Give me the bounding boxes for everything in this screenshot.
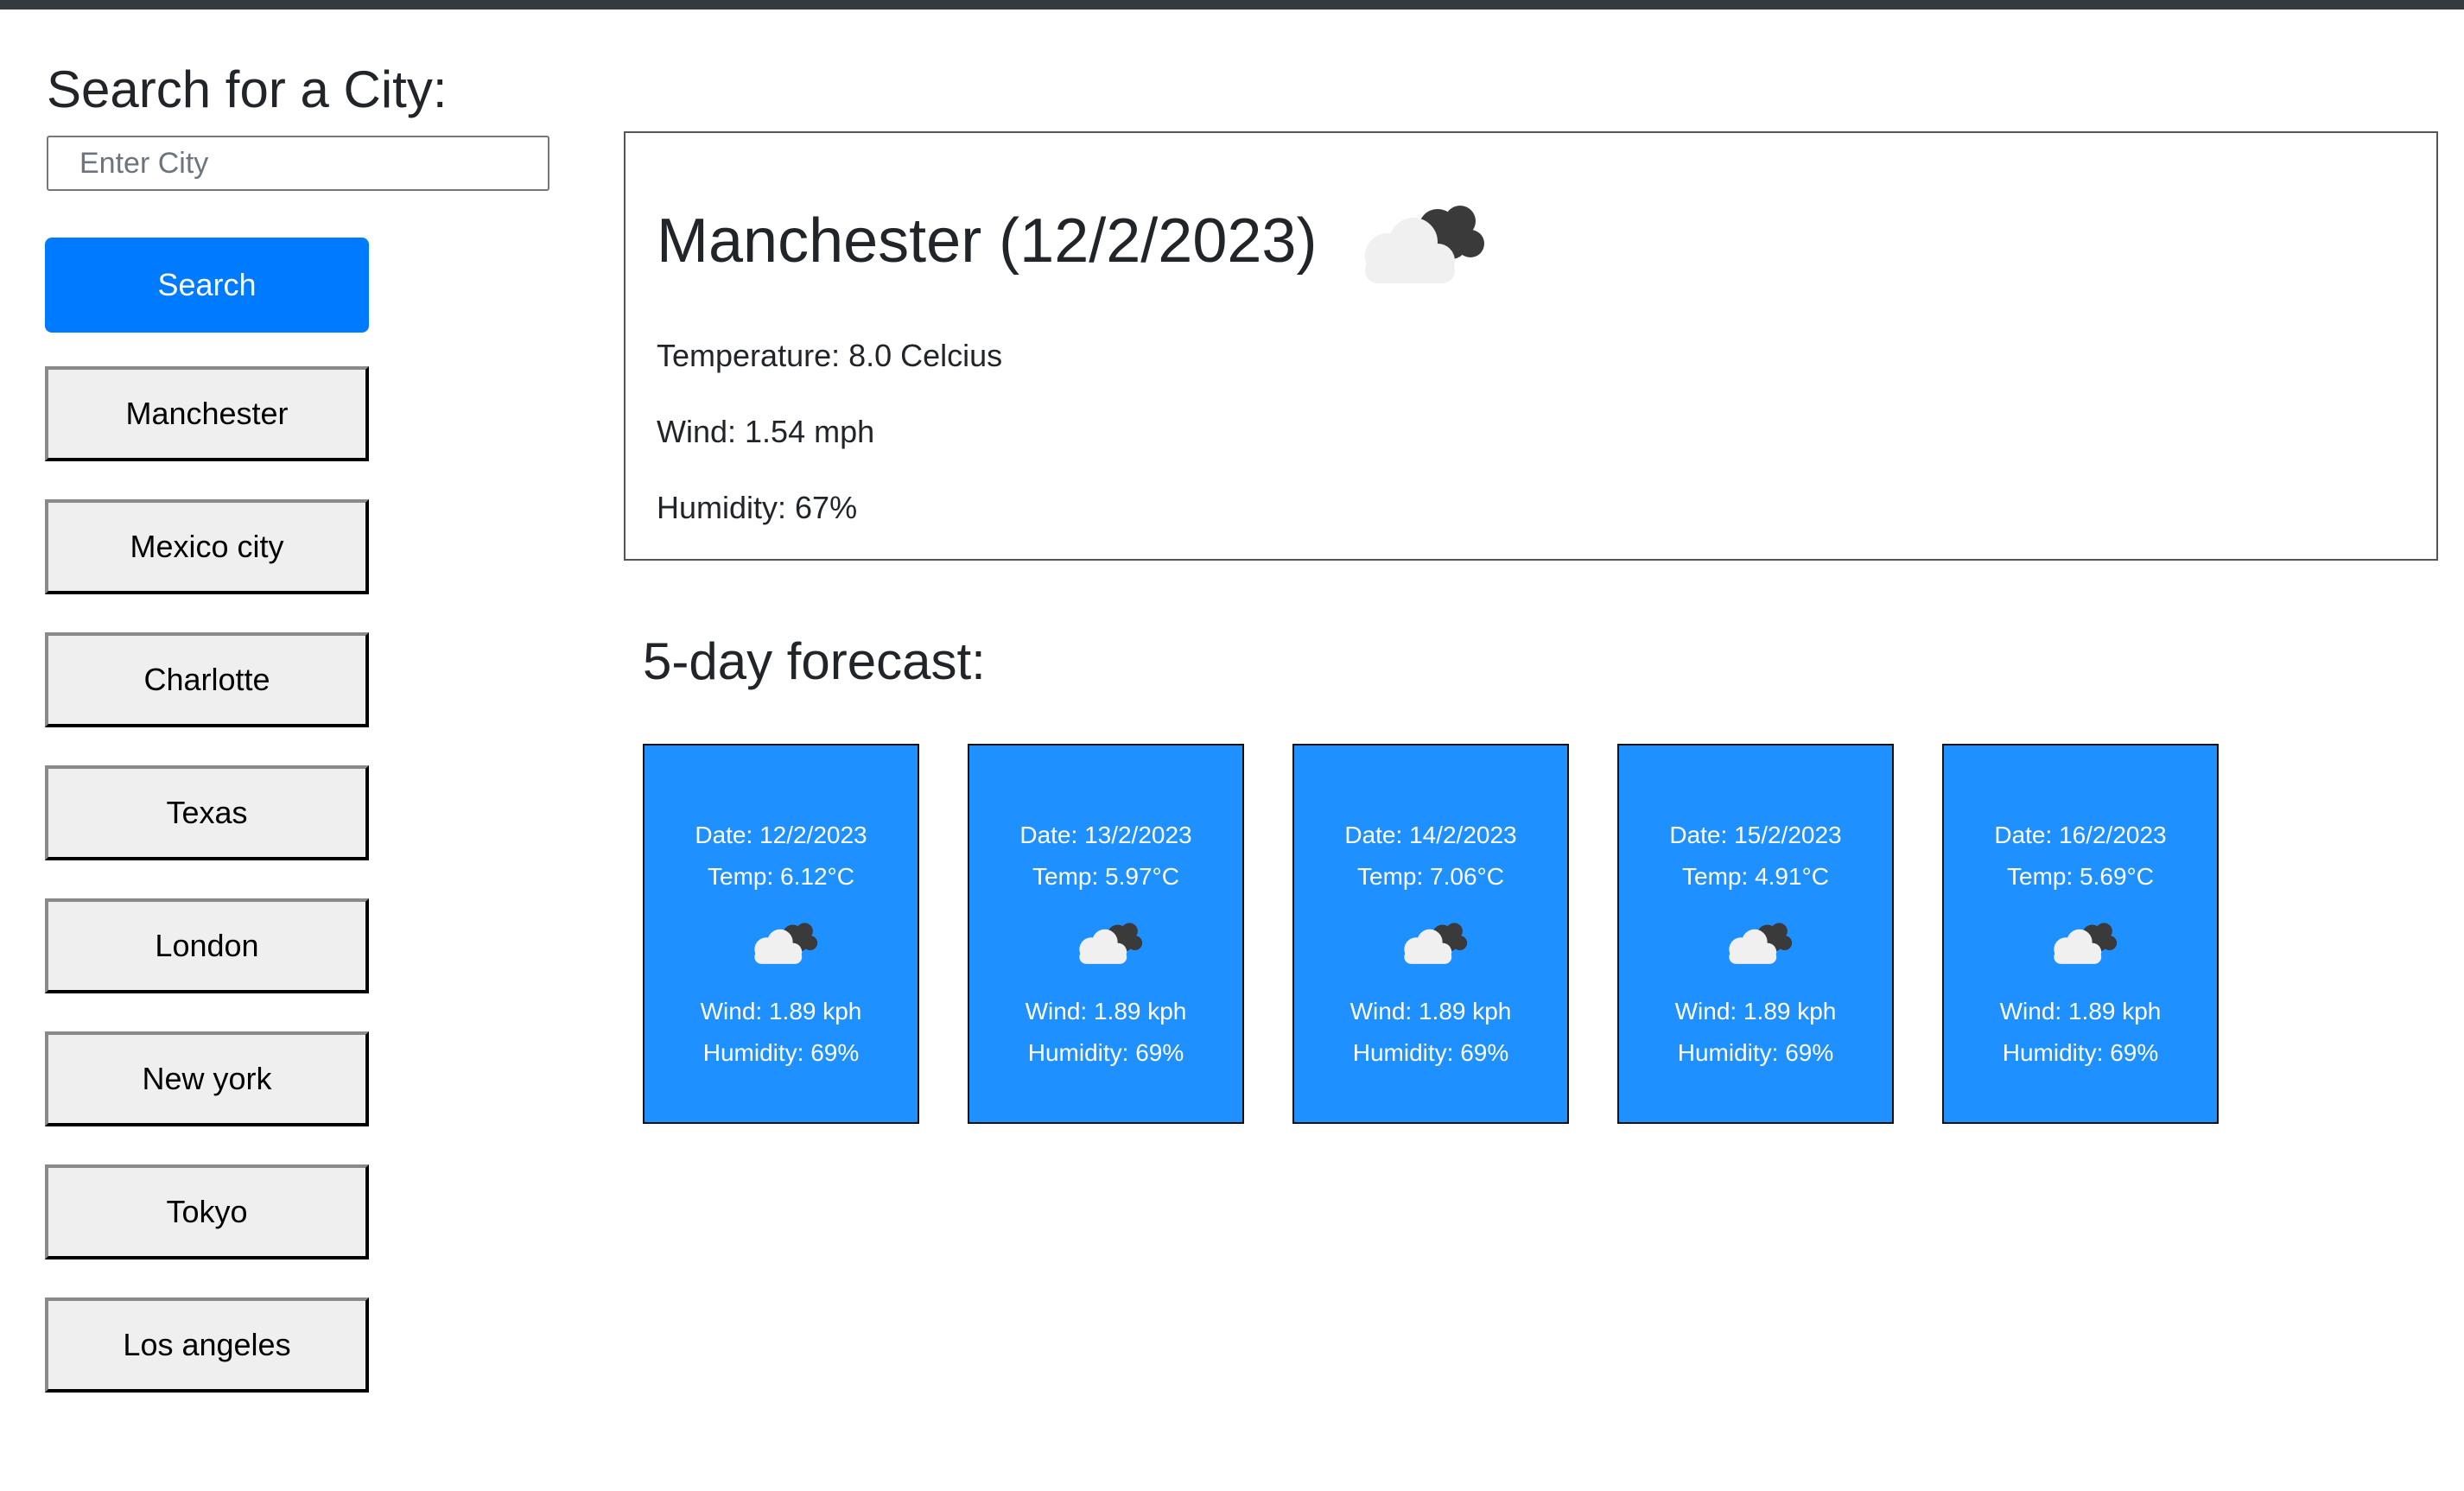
history-button-new-york[interactable]: New york [45, 1031, 369, 1126]
forecast-humidity: Humidity: 69% [1677, 1039, 1834, 1066]
forecast-date: Date: 15/2/2023 [1669, 822, 1842, 848]
current-temperature: Temperature: 8.0 Celcius [657, 338, 1003, 373]
search-button[interactable]: Search [45, 238, 369, 333]
history-button-london[interactable]: London [45, 898, 369, 993]
city-search-input[interactable] [47, 136, 549, 191]
forecast-card: Date: 12/2/2023 Temp: 6.12°C Wind: 1.89 … [643, 744, 919, 1124]
forecast-wind: Wind: 1.89 kph [1674, 998, 1837, 1025]
history-button-charlotte[interactable]: Charlotte [45, 632, 369, 727]
forecast-temp: Temp: 5.69°C [2007, 863, 2154, 890]
history-button-texas[interactable]: Texas [45, 765, 369, 860]
current-weather-header: Manchester (12/2/2023) [657, 194, 1486, 289]
forecast-wind: Wind: 1.89 kph [1025, 998, 1187, 1025]
forecast-date: Date: 13/2/2023 [1019, 822, 1192, 848]
forecast-humidity: Humidity: 69% [1352, 1039, 1509, 1066]
forecast-title: 5-day forecast: [643, 632, 986, 690]
forecast-humidity: Humidity: 69% [2002, 1039, 2159, 1066]
forecast-date: Date: 16/2/2023 [1994, 822, 2167, 848]
forecast-wind: Wind: 1.89 kph [1999, 998, 2162, 1025]
forecast-card: Date: 13/2/2023 Temp: 5.97°C Wind: 1.89 … [968, 744, 1244, 1124]
cloudy-icon [2054, 923, 2118, 964]
top-bar [0, 0, 2464, 10]
search-history: Manchester Mexico city Charlotte Texas L… [45, 366, 369, 1431]
cloudy-icon [1404, 923, 1468, 964]
current-city-title: Manchester (12/2/2023) [657, 206, 1318, 276]
cloudy-icon [1365, 206, 1485, 283]
history-button-tokyo[interactable]: Tokyo [45, 1164, 369, 1259]
forecast-temp: Temp: 4.91°C [1682, 863, 1829, 890]
forecast-date: Date: 14/2/2023 [1344, 822, 1517, 848]
forecast-wind: Wind: 1.89 kph [1349, 998, 1512, 1025]
history-button-los-angeles[interactable]: Los angeles [45, 1297, 369, 1393]
current-humidity: Humidity: 67% [657, 490, 858, 525]
cloudy-icon [754, 923, 818, 964]
current-weather-card: Manchester (12/2/2023) Temperature: 8.0 … [624, 131, 2438, 561]
forecast-wind: Wind: 1.89 kph [700, 998, 862, 1025]
forecast-card: Date: 16/2/2023 Temp: 5.69°C Wind: 1.89 … [1942, 744, 2219, 1124]
forecast-list: Date: 12/2/2023 Temp: 6.12°C Wind: 1.89 … [643, 744, 2267, 1124]
forecast-humidity: Humidity: 69% [702, 1039, 860, 1066]
forecast-card: Date: 14/2/2023 Temp: 7.06°C Wind: 1.89 … [1292, 744, 1569, 1124]
forecast-humidity: Humidity: 69% [1027, 1039, 1184, 1066]
cloudy-icon [1729, 923, 1793, 964]
history-button-mexico-city[interactable]: Mexico city [45, 499, 369, 594]
forecast-date: Date: 12/2/2023 [695, 822, 867, 848]
current-wind: Wind: 1.54 mph [657, 414, 875, 449]
forecast-card: Date: 15/2/2023 Temp: 4.91°C Wind: 1.89 … [1617, 744, 1894, 1124]
forecast-temp: Temp: 6.12°C [708, 863, 854, 890]
forecast-temp: Temp: 5.97°C [1032, 863, 1179, 890]
forecast-temp: Temp: 7.06°C [1357, 863, 1504, 890]
cloudy-icon [1079, 923, 1143, 964]
search-title: Search for a City: [47, 60, 448, 118]
history-button-manchester[interactable]: Manchester [45, 366, 369, 461]
